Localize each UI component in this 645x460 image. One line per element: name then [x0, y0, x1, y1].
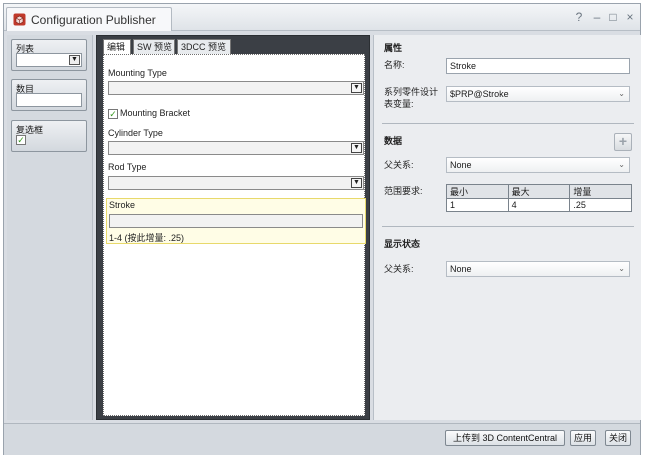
- number-preview-field: [16, 93, 82, 107]
- name-label: 名称:: [384, 60, 405, 70]
- range-value-row: 1 4 .25: [446, 198, 632, 212]
- section-divider: [382, 123, 634, 124]
- add-icon[interactable]: +: [614, 133, 632, 151]
- mounting-bracket-checkbox[interactable]: ✓: [108, 109, 118, 119]
- tab-3dcc-preview[interactable]: 3DCC 预览: [177, 39, 231, 55]
- design-canvas: Mounting Type ▼ ✓ Mounting Bracket Cylin…: [103, 54, 366, 416]
- chevron-down-icon: ⌄: [618, 89, 625, 98]
- toolbox-item-checkbox[interactable]: 复选框 ✓: [11, 120, 87, 152]
- checkmark-icon: ✓: [16, 135, 26, 145]
- variable-label-line2: 表变量:: [384, 99, 414, 109]
- range-header-min: 最小: [446, 184, 509, 199]
- chevron-down-icon: ▼: [351, 143, 362, 153]
- parent-dropdown[interactable]: None ⌄: [446, 157, 630, 173]
- parent-value: None: [450, 160, 472, 170]
- chevron-down-icon: ⌄: [618, 264, 625, 273]
- stroke-label: Stroke: [109, 200, 136, 210]
- toolbox-item-number[interactable]: 数目: [11, 79, 87, 111]
- form-designer: 编辑 SW 预览 3DCC 预览 Mounting Type ▼ ✓ Mount…: [96, 35, 370, 420]
- rod-type-label: Rod Type: [108, 162, 147, 172]
- button-bar: 上传到 3D ContentCentral 应用 关闭: [4, 423, 640, 455]
- chevron-down-icon: ▼: [351, 83, 362, 93]
- chevron-down-icon: ⌄: [618, 160, 625, 169]
- stroke-range-hint: 1-4 (按此增量: .25): [109, 233, 185, 243]
- variable-label-line1: 系列零件设计: [384, 87, 439, 97]
- apply-button[interactable]: 应用: [570, 430, 596, 446]
- range-label: 范围要求:: [384, 186, 423, 196]
- range-header-row: 最小 最大 增量: [446, 184, 632, 199]
- close-button[interactable]: 关闭: [605, 430, 631, 446]
- chevron-down-icon: ▼: [69, 55, 80, 65]
- configuration-publisher-window: Configuration Publisher ? – □ × 列表 ▼ 数目 …: [3, 3, 641, 455]
- variable-value: $PRP@Stroke: [450, 89, 509, 99]
- title-tab: Configuration Publisher: [6, 7, 172, 31]
- display-parent-label: 父关系:: [384, 264, 414, 274]
- stroke-control-selected[interactable]: Stroke 1-4 (按此增量: .25): [106, 198, 366, 244]
- mounting-type-dropdown[interactable]: ▼: [108, 81, 364, 95]
- maximize-icon[interactable]: □: [606, 10, 620, 24]
- help-icon[interactable]: ?: [572, 10, 586, 24]
- parent-label: 父关系:: [384, 160, 414, 170]
- cylinder-type-dropdown[interactable]: ▼: [108, 141, 364, 155]
- cylinder-type-label: Cylinder Type: [108, 128, 163, 138]
- properties-panel: 属性 名称: Stroke 系列零件设计 表变量: $PRP@Stroke ⌄ …: [373, 35, 641, 420]
- range-min-cell[interactable]: 1: [446, 198, 509, 212]
- range-header-increment: 增量: [569, 184, 632, 199]
- section-divider: [382, 226, 634, 227]
- range-table: 最小 最大 增量 1 4 .25: [446, 184, 632, 212]
- range-max-cell[interactable]: 4: [507, 198, 571, 212]
- chevron-down-icon: ▼: [351, 178, 362, 188]
- rod-type-dropdown[interactable]: ▼: [108, 176, 364, 190]
- mounting-type-label: Mounting Type: [108, 68, 167, 78]
- tab-sw-preview[interactable]: SW 预览: [133, 39, 175, 55]
- window-title: Configuration Publisher: [31, 13, 156, 27]
- toolbox-item-list[interactable]: 列表 ▼: [11, 39, 87, 71]
- attributes-section-title: 属性: [384, 43, 403, 53]
- mounting-bracket-label: Mounting Bracket: [120, 108, 191, 118]
- display-section-title: 显示状态: [384, 239, 421, 249]
- range-increment-cell[interactable]: .25: [569, 198, 632, 212]
- minimize-icon[interactable]: –: [590, 10, 604, 24]
- title-bar: Configuration Publisher ? – □ ×: [4, 4, 640, 31]
- list-preview-dropdown: ▼: [16, 53, 82, 67]
- name-field[interactable]: Stroke: [446, 58, 630, 74]
- app-cube-icon: [13, 13, 26, 26]
- range-header-max: 最大: [507, 184, 571, 199]
- variable-dropdown[interactable]: $PRP@Stroke ⌄: [446, 86, 630, 102]
- display-parent-dropdown[interactable]: None ⌄: [446, 261, 630, 277]
- stroke-input[interactable]: [109, 214, 363, 228]
- control-toolbox: 列表 ▼ 数目 复选框 ✓: [7, 35, 93, 420]
- upload-to-3dcc-button[interactable]: 上传到 3D ContentCentral: [445, 430, 565, 446]
- checkmark-icon: ✓: [109, 109, 117, 119]
- data-section-title: 数据: [384, 136, 403, 146]
- display-parent-value: None: [450, 264, 472, 274]
- close-icon[interactable]: ×: [623, 10, 637, 24]
